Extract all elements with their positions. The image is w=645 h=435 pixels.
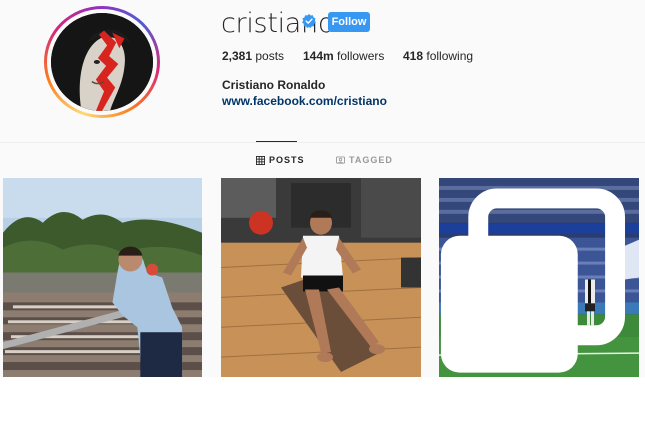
profile-avatar[interactable] (44, 6, 160, 118)
followers-label: followers (333, 49, 385, 63)
following-count: 418 (403, 49, 424, 63)
carousel-icon (440, 188, 626, 373)
tab-tagged[interactable]: TAGGED (336, 155, 393, 165)
grid-icon (256, 155, 265, 165)
tab-tagged-label: TAGGED (349, 155, 393, 165)
post-thumbnail[interactable] (221, 178, 421, 377)
followers-stat[interactable]: 144m followers (303, 49, 384, 63)
posts-count: 2,381 (222, 49, 253, 63)
avatar-image (51, 13, 153, 111)
post-image (221, 178, 421, 377)
posts-label: posts (252, 49, 285, 63)
posts-count-stat: 2,381 posts (222, 49, 284, 63)
post-thumbnail[interactable] (3, 178, 202, 377)
follow-button[interactable]: Follow (328, 12, 370, 32)
following-label: following (423, 49, 474, 63)
post-image (3, 178, 202, 377)
tab-posts[interactable]: POSTS (256, 155, 305, 165)
profile-website-link[interactable]: www.facebook.com/cristiano (222, 94, 387, 108)
active-tab-indicator (256, 141, 297, 142)
tag-icon (336, 155, 345, 164)
followers-count: 144m (303, 49, 334, 63)
following-stat[interactable]: 418 following (403, 49, 473, 63)
tabs-divider (0, 142, 645, 143)
verified-badge-icon (302, 14, 316, 28)
profile-full-name: Cristiano Ronaldo (222, 78, 326, 92)
post-thumbnail[interactable] (439, 178, 639, 377)
profile-username: cristiano (221, 8, 335, 39)
tab-posts-label: POSTS (269, 155, 305, 165)
